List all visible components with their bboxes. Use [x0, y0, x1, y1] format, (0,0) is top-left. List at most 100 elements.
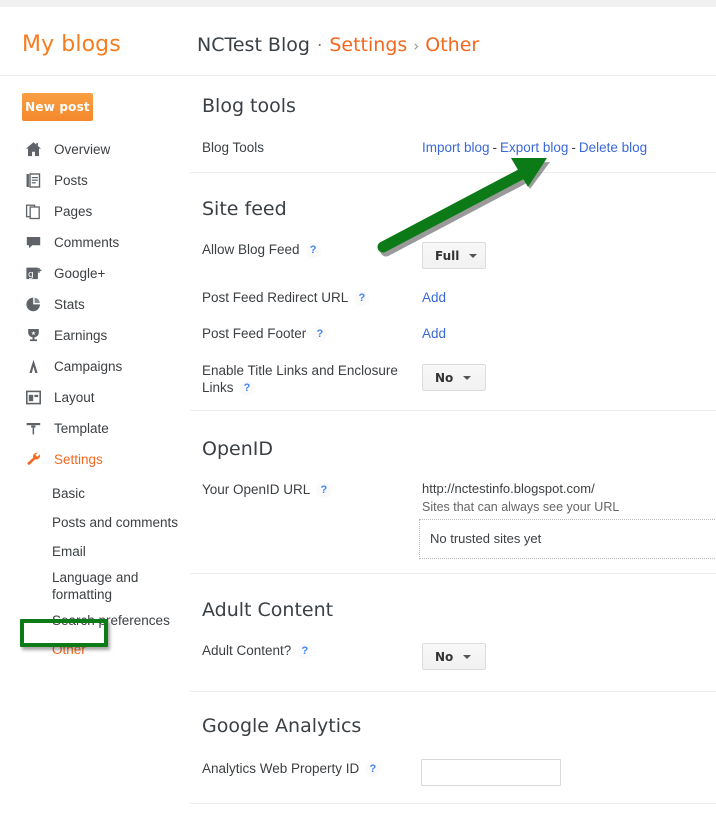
help-icon[interactable]: ? — [312, 327, 328, 342]
sidebar-subitem-language-and-formatting[interactable]: Language and formatting — [0, 566, 186, 606]
sidebar-item-campaigns[interactable]: Campaigns — [0, 351, 186, 382]
label-blog-tools: Blog Tools — [202, 140, 265, 155]
post-feed-redirect-add-link[interactable]: Add — [422, 290, 446, 305]
sidebar-item-label: Template — [54, 421, 109, 436]
breadcrumb-dot-separator: · — [316, 36, 323, 56]
label-text: Adult Content? — [202, 643, 292, 658]
sidebar-subitem-label: Language and formatting — [52, 570, 139, 602]
home-icon — [22, 139, 44, 161]
help-icon[interactable]: ? — [297, 644, 313, 659]
sidebar-subitem-label: Search preferences — [52, 613, 170, 628]
label-text: Analytics Web Property ID — [202, 761, 360, 776]
sidebar-item-settings[interactable]: Settings — [0, 444, 186, 475]
section-divider — [190, 172, 716, 173]
sidebar-subitem-search-preferences[interactable]: Search preferences — [0, 606, 186, 635]
label-text: Post Feed Footer — [202, 326, 307, 341]
section-divider — [190, 691, 716, 692]
sidebar-item-label: Settings — [54, 452, 103, 467]
dropdown-value: Full — [435, 248, 460, 263]
delete-blog-link[interactable]: Delete blog — [579, 140, 647, 155]
sidebar-settings-subnav: Basic Posts and comments Email Language … — [0, 479, 186, 664]
sidebar-item-label: Google+ — [54, 266, 106, 281]
sidebar-item-label: Campaigns — [54, 359, 123, 374]
link-separator: - — [492, 140, 498, 155]
sidebar-item-label: Posts — [54, 173, 88, 188]
sidebar-item-earnings[interactable]: Earnings — [0, 320, 186, 351]
section-title-blog-tools: Blog tools — [202, 95, 296, 117]
label-post-feed-redirect-url: Post Feed Redirect URL? — [202, 289, 370, 306]
sidebar-item-label: Pages — [54, 204, 93, 219]
svg-text:g: g — [28, 270, 34, 280]
sidebar-item-overview[interactable]: Overview — [0, 134, 186, 165]
new-post-button[interactable]: New post — [22, 93, 93, 121]
help-icon[interactable]: ? — [354, 291, 370, 306]
label-adult-content: Adult Content?? — [202, 642, 313, 659]
label-text: Enable Title Links and Enclosure Links — [202, 363, 398, 395]
settings-content: Blog tools Blog Tools Import blog - Export… — [186, 76, 716, 829]
section-title-google-analytics: Google Analytics — [202, 715, 362, 737]
posts-icon — [22, 170, 44, 192]
layout-icon — [22, 387, 44, 409]
openid-trusted-sites-note: Sites that can always see your URL — [422, 500, 620, 514]
label-allow-blog-feed: Allow Blog Feed? — [202, 241, 321, 258]
enable-title-links-dropdown[interactable]: No — [422, 364, 486, 391]
sidebar-item-comments[interactable]: Comments — [0, 227, 186, 258]
comments-icon — [22, 232, 44, 254]
label-text: Your OpenID URL — [202, 482, 311, 497]
pages-icon — [22, 201, 44, 223]
trusted-sites-box: No trusted sites yet — [419, 519, 716, 559]
breadcrumb-settings-link[interactable]: Settings — [329, 34, 407, 56]
blogger-settings-page: My blogs NCTest Blog · Settings › Other New … — [0, 0, 716, 829]
sidebar-item-label: Comments — [54, 235, 120, 250]
sidebar-item-pages[interactable]: Pages — [0, 196, 186, 227]
allow-blog-feed-dropdown[interactable]: Full — [422, 242, 487, 269]
sidebar-item-label: Layout — [54, 390, 95, 405]
sidebar-item-label: Overview — [54, 142, 111, 157]
trophy-icon — [22, 325, 44, 347]
help-icon[interactable]: ? — [365, 762, 381, 777]
import-blog-link[interactable]: Import blog — [422, 140, 490, 155]
sidebar-subitem-posts-and-comments[interactable]: Posts and comments — [0, 508, 186, 537]
top-gray-strip — [0, 0, 716, 7]
breadcrumb-current-other[interactable]: Other — [425, 34, 479, 56]
my-blogs-link[interactable]: My blogs — [22, 32, 121, 57]
blog-tools-links: Import blog - Export blog - Delete blog — [422, 139, 647, 157]
openid-url-value: http://nctestinfo.blogspot.com/ — [422, 481, 595, 496]
section-divider — [190, 410, 716, 411]
wrench-icon — [22, 449, 44, 471]
sidebar-item-posts[interactable]: Posts — [0, 165, 186, 196]
sidebar-subitem-other[interactable]: Other — [0, 635, 186, 664]
post-feed-footer-add-link[interactable]: Add — [422, 326, 446, 341]
sidebar-subitem-basic[interactable]: Basic — [0, 479, 186, 508]
section-title-openid: OpenID — [202, 438, 273, 460]
sidebar-subitem-label: Posts and comments — [52, 515, 179, 530]
sidebar-subitem-email[interactable]: Email — [0, 537, 186, 566]
trusted-sites-empty-text: No trusted sites yet — [430, 531, 542, 546]
help-icon[interactable]: ? — [305, 243, 321, 258]
chevron-down-icon — [469, 253, 478, 258]
dropdown-value: No — [435, 370, 454, 385]
sidebar-item-google-plus[interactable]: g Google+ — [0, 258, 186, 289]
stats-pie-icon — [22, 294, 44, 316]
label-enable-title-links: Enable Title Links and Enclosure Links? — [202, 362, 402, 396]
sidebar-item-layout[interactable]: Layout — [0, 382, 186, 413]
campaigns-icon — [22, 356, 44, 378]
help-icon[interactable]: ? — [316, 483, 332, 498]
sidebar-item-stats[interactable]: Stats — [0, 289, 186, 320]
sidebar-nav: Overview Posts Pages Comments g Google+ … — [0, 134, 186, 475]
google-plus-icon: g — [22, 263, 44, 285]
export-blog-link[interactable]: Export blog — [500, 140, 568, 155]
adult-content-dropdown[interactable]: No — [422, 643, 486, 670]
label-your-openid-url: Your OpenID URL? — [202, 481, 332, 498]
sidebar-subitem-label: Basic — [52, 486, 86, 501]
section-divider — [190, 803, 716, 804]
label-post-feed-footer: Post Feed Footer? — [202, 325, 328, 342]
sidebar-subitem-label: Email — [52, 544, 86, 559]
sidebar-item-label: Earnings — [54, 328, 108, 343]
analytics-web-property-id-input[interactable] — [421, 759, 561, 786]
sidebar-subitem-label: Other — [52, 642, 86, 657]
breadcrumb-chevron-icon: › — [413, 37, 420, 55]
sidebar-item-template[interactable]: Template — [0, 413, 186, 444]
help-icon[interactable]: ? — [239, 381, 255, 396]
breadcrumb-blog-name: NCTest Blog — [197, 34, 310, 56]
